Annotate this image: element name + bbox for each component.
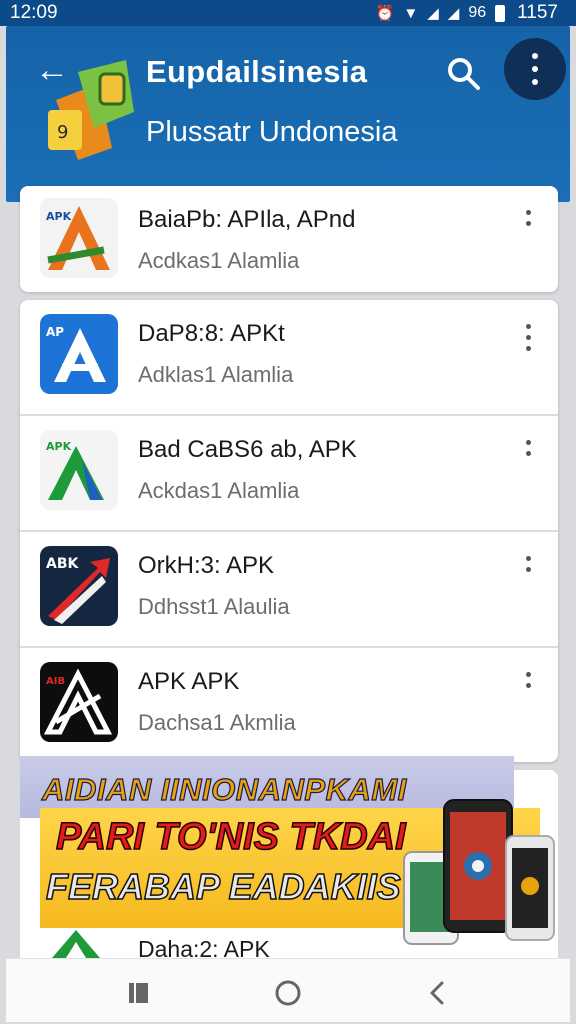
back-icon[interactable] xyxy=(416,971,460,1015)
app-meta: Acdkas1 Alamlia xyxy=(138,248,300,273)
alarm-icon: ⏰ xyxy=(375,5,395,22)
search-icon[interactable] xyxy=(440,50,488,98)
app-card-featured: APK BaiaPb: APIla, APnd Acdkas1 Alamlia xyxy=(20,186,558,292)
item-menu-icon[interactable] xyxy=(516,672,540,712)
signal-icon-2: ◢ xyxy=(447,5,460,22)
apk-orange-a-icon: APK xyxy=(40,198,118,278)
banner-line-2: FERABAP EADAKIIS xyxy=(45,865,401,908)
app-meta: Adklas1 Alamlia xyxy=(138,362,294,387)
phones-illustration xyxy=(402,796,562,956)
app-bar: 9 ← Eupdailsinesia Plussatr Undonesia xyxy=(6,26,570,202)
home-icon[interactable] xyxy=(266,971,310,1015)
battery-percent: 96 xyxy=(468,4,487,21)
battery-icon xyxy=(495,4,506,22)
apk-red-arrow-icon: ABK xyxy=(40,546,118,626)
apk-blue-a-icon: AP xyxy=(40,314,118,394)
navigation-bar xyxy=(6,958,570,1022)
recent-apps-icon[interactable] xyxy=(116,971,160,1015)
list-item[interactable]: APK BaiaPb: APIla, APnd Acdkas1 Alamlia xyxy=(20,186,558,292)
app-meta: Ackdas1 Alamlia xyxy=(138,478,300,503)
apk-green-a-icon xyxy=(40,928,118,958)
app-name: DaP8:8: APKt xyxy=(138,320,285,347)
clock: 12:09 xyxy=(10,2,58,23)
svg-text:APK: APK xyxy=(46,440,72,453)
status-bar: 12:09 ⏰ ▼ ◢ ◢ 96 1157 xyxy=(0,0,576,26)
item-menu-icon[interactable] xyxy=(516,556,540,596)
app-name: BaiaPb: APIla, APnd xyxy=(138,206,356,233)
apk-green-a-icon: APK xyxy=(40,430,118,510)
app-name: Bad CaBS6 ab, APK xyxy=(138,436,357,463)
app-meta: Dachsa1 Akmlia xyxy=(138,710,296,735)
app-list-card: AP DaP8:8: APKt Adklas1 Alamlia APK Bad … xyxy=(20,300,558,762)
item-menu-icon[interactable] xyxy=(516,210,540,250)
apk-black-a-icon: AIB xyxy=(40,662,118,742)
svg-text:APK: APK xyxy=(46,210,72,223)
signal-icon: ◢ xyxy=(427,5,439,22)
banner-headline: AIDIAN IINIONANPKAMI xyxy=(41,771,407,807)
svg-text:9: 9 xyxy=(57,122,68,143)
item-menu-icon[interactable] xyxy=(516,440,540,480)
status-right-text: 1157 xyxy=(517,2,558,23)
svg-text:AIB: AIB xyxy=(46,676,65,687)
banner-line-1: PARI TO'NIS TKDAI xyxy=(55,815,406,859)
status-icons: ⏰ ▼ ◢ ◢ 96 1157 xyxy=(376,2,558,24)
list-item[interactable]: AIB APK APK Dachsa1 Akmlia xyxy=(20,648,558,764)
back-arrow-icon[interactable]: ← xyxy=(30,48,74,92)
item-menu-icon[interactable] xyxy=(516,324,540,364)
svg-text:AP: AP xyxy=(46,325,64,339)
app-name: APK APK xyxy=(138,668,240,695)
list-item[interactable]: AP DaP8:8: APKt Adklas1 Alamlia xyxy=(20,300,558,416)
list-item[interactable]: APK Bad CaBS6 ab, APK Ackdas1 Alamlia xyxy=(20,416,558,532)
app-name: OrkH:3: APK xyxy=(138,552,275,579)
wifi-icon: ▼ xyxy=(403,4,419,22)
more-vert-icon[interactable] xyxy=(504,38,566,100)
list-item[interactable]: ABK OrkH:3: APK Ddhsst1 Alaulia xyxy=(20,532,558,648)
page-title: Eupdailsinesia xyxy=(146,54,368,89)
app-meta: Ddhsst1 Alaulia xyxy=(138,594,290,619)
svg-text:ABK: ABK xyxy=(46,556,80,572)
page-subtitle: Plussatr Undonesia xyxy=(146,116,398,148)
